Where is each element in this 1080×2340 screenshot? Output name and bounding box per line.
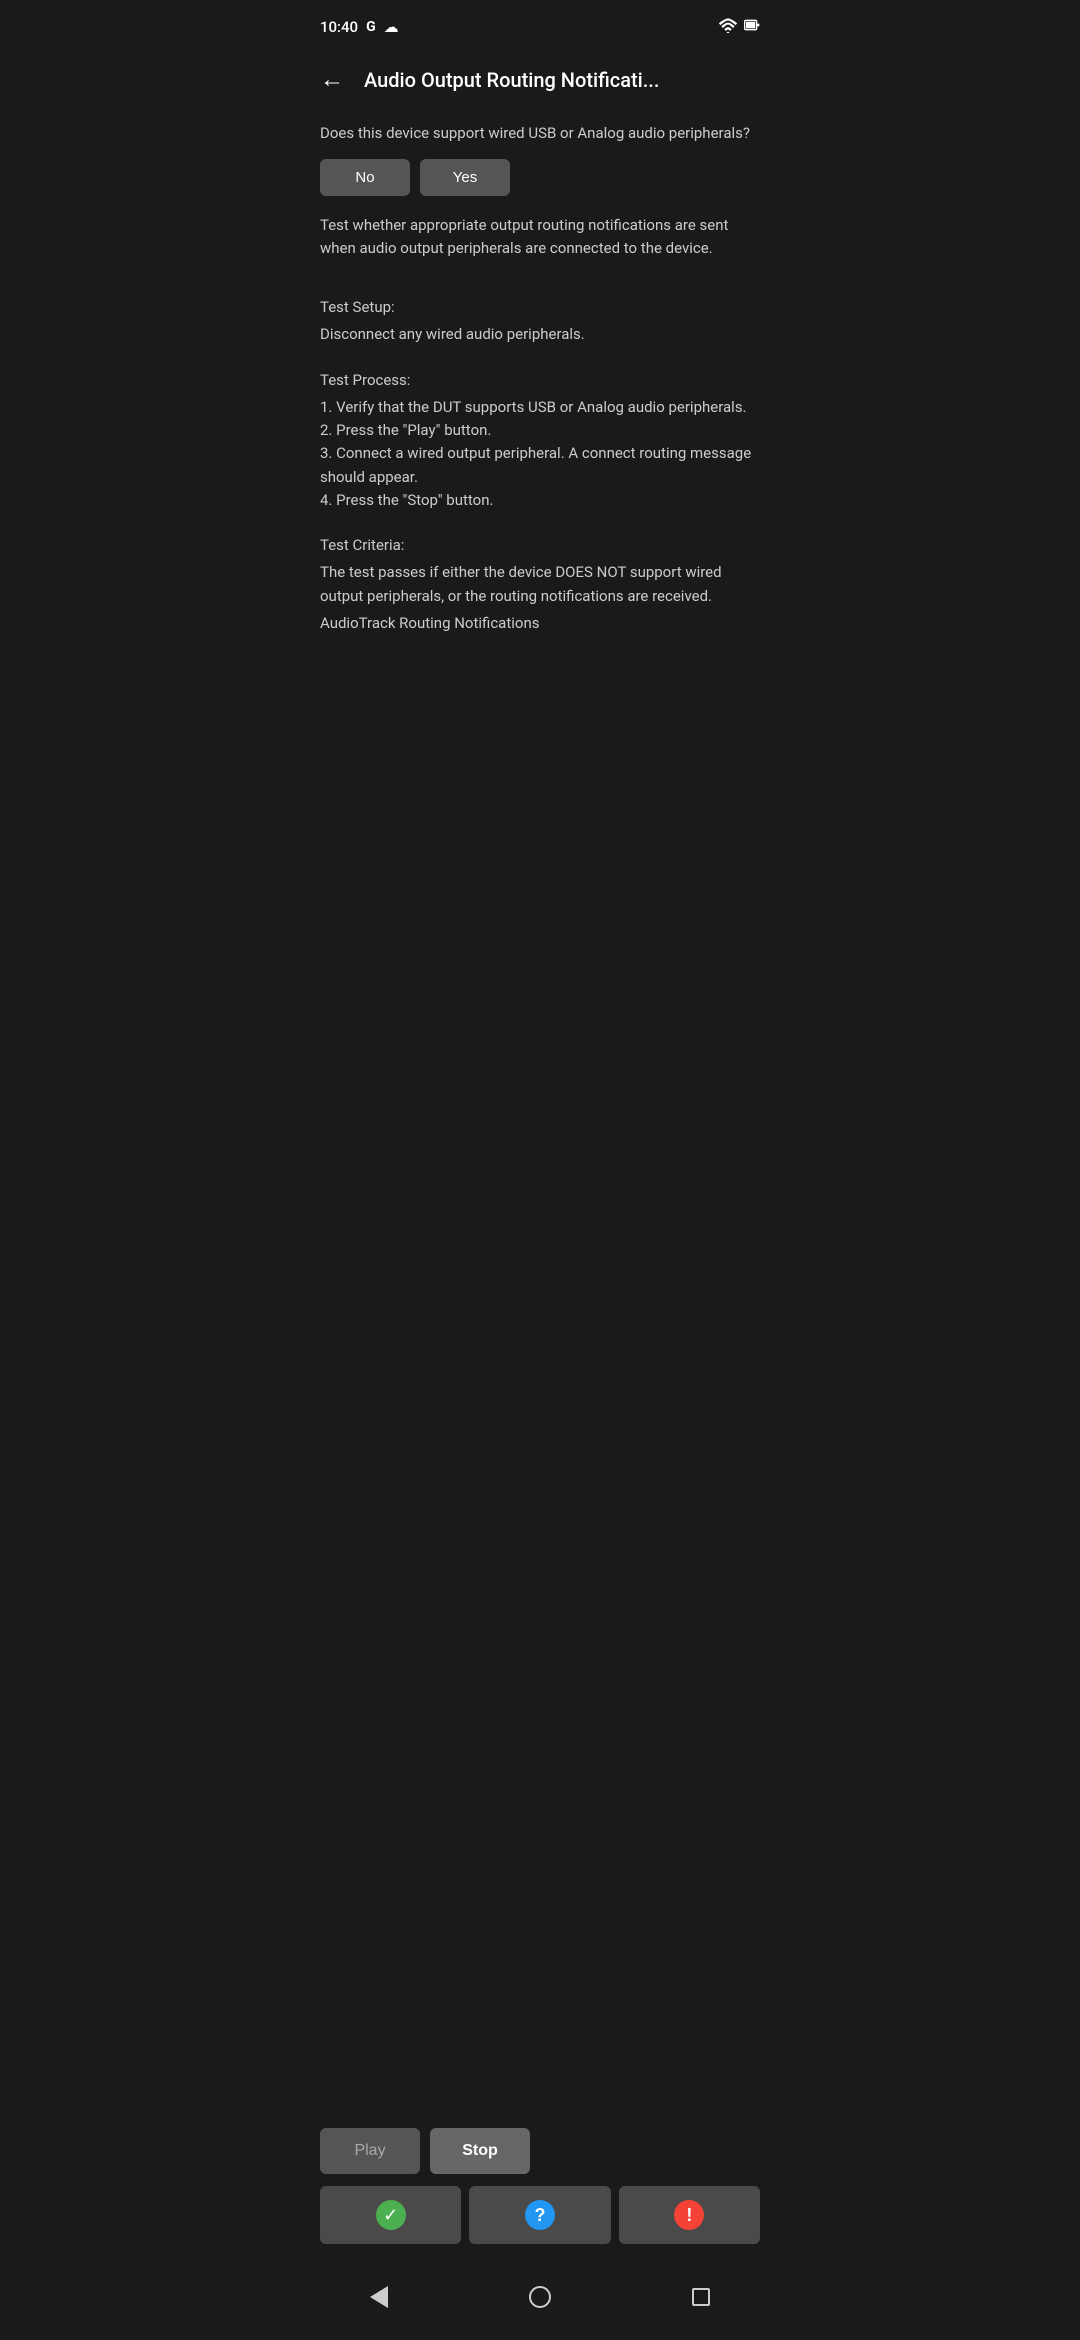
fail-icon: ! bbox=[674, 2200, 704, 2230]
status-left: 10:40 G ☁ bbox=[320, 18, 399, 36]
nav-back-button[interactable] bbox=[362, 2278, 396, 2316]
info-result-button[interactable]: ? bbox=[469, 2186, 610, 2244]
result-buttons-row: ✓ ? ! bbox=[320, 2186, 760, 2244]
test-criteria-text: The test passes if either the device DOE… bbox=[320, 561, 760, 608]
test-criteria-label: Test Criteria: bbox=[320, 534, 760, 557]
yes-button[interactable]: Yes bbox=[420, 159, 510, 196]
test-description: Test whether appropriate output routing … bbox=[320, 214, 760, 261]
toolbar: ← Audio Output Routing Notificati... bbox=[300, 50, 780, 114]
nav-recent-button[interactable] bbox=[684, 2280, 718, 2314]
bottom-controls: Play Stop ✓ ? ! bbox=[300, 2128, 780, 2264]
play-button[interactable]: Play bbox=[320, 2128, 420, 2174]
test-process-steps: 1. Verify that the DUT supports USB or A… bbox=[320, 396, 760, 512]
no-button[interactable]: No bbox=[320, 159, 410, 196]
nav-bar bbox=[300, 2264, 780, 2340]
status-right bbox=[718, 17, 760, 37]
test-setup-label: Test Setup: bbox=[320, 296, 760, 319]
page-title: Audio Output Routing Notificati... bbox=[364, 68, 764, 92]
nav-home-button[interactable] bbox=[521, 2278, 559, 2316]
status-bar: 10:40 G ☁ bbox=[300, 0, 780, 50]
nav-recent-icon bbox=[692, 2288, 710, 2306]
test-setup-text: Disconnect any wired audio peripherals. bbox=[320, 323, 760, 346]
back-button[interactable]: ← bbox=[316, 62, 348, 98]
cloud-icon: ☁ bbox=[384, 18, 399, 36]
google-icon: G bbox=[366, 19, 376, 35]
nav-home-icon bbox=[529, 2286, 551, 2308]
test-process-label: Test Process: bbox=[320, 369, 760, 392]
main-content: Does this device support wired USB or An… bbox=[300, 114, 780, 2128]
wifi-icon bbox=[718, 18, 738, 37]
yes-no-row: No Yes bbox=[320, 159, 760, 196]
support-question: Does this device support wired USB or An… bbox=[320, 122, 760, 145]
stop-button[interactable]: Stop bbox=[430, 2128, 530, 2174]
pass-icon: ✓ bbox=[376, 2200, 406, 2230]
battery-icon bbox=[744, 17, 760, 37]
nav-back-icon bbox=[370, 2286, 388, 2308]
fail-result-button[interactable]: ! bbox=[619, 2186, 760, 2244]
time-display: 10:40 bbox=[320, 18, 358, 36]
pass-result-button[interactable]: ✓ bbox=[320, 2186, 461, 2244]
info-icon: ? bbox=[525, 2200, 555, 2230]
audio-track-label: AudioTrack Routing Notifications bbox=[320, 612, 760, 635]
play-stop-row: Play Stop bbox=[320, 2128, 760, 2174]
